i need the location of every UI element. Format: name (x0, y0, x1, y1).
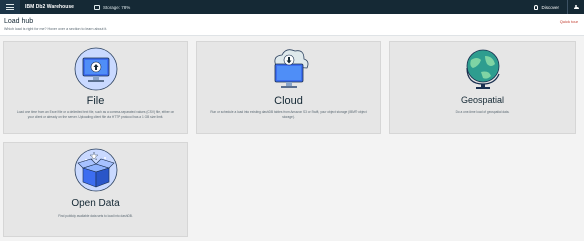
geospatial-card-title: Geospatial (460, 95, 505, 105)
user-menu-button[interactable] (568, 0, 584, 14)
page-title: Load hub (4, 18, 34, 25)
geospatial-card[interactable]: Geospatial Do a one-time load of geospat… (389, 41, 576, 134)
top-navigation-bar: IBM Db2 Warehouse Storage: 78% Discover (0, 0, 584, 14)
user-icon (573, 4, 579, 10)
open-data-card[interactable]: Open Data Find publicly available data s… (3, 142, 188, 237)
open-data-card-description: Find publicly available data sets to loa… (58, 214, 133, 218)
hamburger-menu-icon[interactable] (0, 0, 20, 14)
geospatial-card-description: Do a one-time load of geospatial data. (455, 110, 510, 114)
cloud-download-icon (273, 49, 308, 88)
cloud-card-title: Cloud (274, 95, 303, 107)
file-card-description: Load one time from an Excel file or a de… (16, 110, 175, 119)
storage-label: Storage: 78% (103, 4, 131, 10)
cloud-card[interactable]: Cloud Run or schedule a load into existi… (196, 41, 381, 134)
cloud-card-description: Run or schedule a load into existing das… (210, 110, 367, 119)
lightbulb-icon (534, 4, 539, 10)
file-card[interactable]: File Load one time from an Excel file or… (3, 41, 188, 134)
storage-indicator[interactable]: Storage: 78% (94, 4, 131, 10)
quick-tour-link[interactable]: Quick tour (560, 19, 578, 24)
monitor-upload-icon (74, 47, 117, 91)
top-right-actions: Discover (526, 0, 584, 14)
globe-icon (465, 49, 500, 89)
page-subtitle: Which load is right for me? Hover over a… (4, 27, 108, 31)
open-box-icon (74, 148, 117, 192)
storage-icon (94, 4, 101, 10)
discover-label: Discover (541, 4, 559, 10)
page-header: Load hub Which load is right for me? Hov… (0, 14, 584, 36)
discover-button[interactable]: Discover (526, 0, 568, 14)
app-title[interactable]: IBM Db2 Warehouse (25, 4, 74, 10)
open-data-card-title: Open Data (71, 198, 120, 209)
file-card-title: File (86, 95, 105, 107)
